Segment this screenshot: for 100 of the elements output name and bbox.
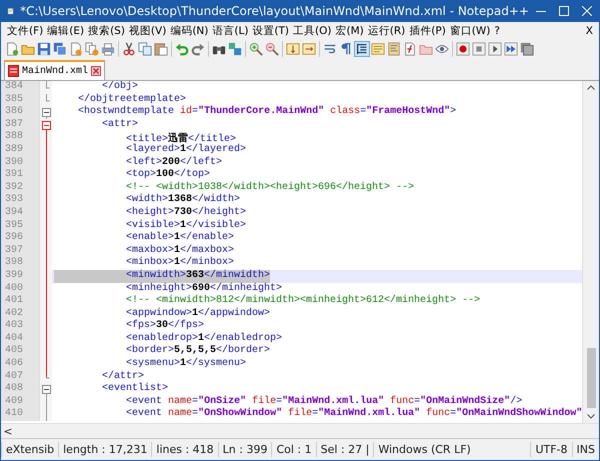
line-number: 391: [1, 169, 39, 182]
line-number: 399: [1, 270, 39, 282]
fold-minus-icon[interactable]: [42, 118, 50, 132]
line-number: 387: [1, 118, 39, 132]
line-number: 386: [1, 106, 39, 119]
status-text: eXtensib: [1, 442, 58, 457]
scroll-up-icon[interactable]: [587, 85, 595, 90]
menu-item[interactable]: 运行(R): [366, 24, 408, 38]
scroll-left-button[interactable]: <: [1, 424, 15, 438]
code-line: <layered>1</layered>: [125, 144, 246, 156]
maximize-icon[interactable]: [558, 6, 569, 16]
fold-minus-icon[interactable]: [42, 106, 50, 120]
horizontal-sync-icon[interactable]: [301, 41, 317, 57]
function-list-icon[interactable]: [402, 41, 418, 57]
code-line: <fps>30</fps>: [125, 320, 204, 332]
record-icon[interactable]: [455, 41, 471, 57]
menu-item[interactable]: 宏(M): [334, 24, 366, 38]
line-number: 392: [1, 182, 39, 194]
menu-item[interactable]: 工具(O): [291, 24, 334, 38]
status-text: Windows (CR LF): [373, 442, 530, 457]
copy-icon[interactable]: [137, 41, 153, 57]
line-number: 407: [1, 370, 39, 384]
code-line: <height>730</height>: [125, 206, 246, 220]
menu-item[interactable]: 设置(T): [250, 24, 292, 38]
code-line: <!-- <width>1038</width><height>696</height> -->: [125, 182, 414, 194]
status-text: Sel : 27 |: [316, 442, 374, 457]
line-number: 389: [1, 144, 39, 157]
printer-icon[interactable]: [100, 41, 116, 57]
menu-item[interactable]: 编辑(E): [45, 24, 86, 38]
line-number: 409: [1, 396, 39, 408]
line-number: 398: [1, 257, 39, 270]
status-text: lines : 418: [151, 442, 218, 457]
document-map-icon[interactable]: [386, 41, 402, 57]
code-line: <enabledrop>1</enabledrop>: [125, 332, 282, 344]
code-line: <eventlist>: [101, 383, 168, 396]
code-line: </objtreetemplate>: [77, 94, 186, 106]
line-number: 408: [1, 383, 39, 396]
code-line: </obj>: [101, 81, 138, 94]
code-line: <hostwndtemplate id="ThunderCore.MainWnd" class="FrameHostWnd">: [77, 106, 456, 119]
menu-item[interactable]: 文件(F): [5, 24, 46, 38]
code-line: <maxbox>1</maxbox>: [125, 244, 234, 256]
menu-item[interactable]: 插件(P): [407, 24, 448, 38]
line-number: 394: [1, 206, 39, 220]
vertical-sync-icon[interactable]: [285, 41, 301, 57]
undo-arrow-icon[interactable]: [174, 41, 190, 57]
line-number: 397: [1, 244, 39, 258]
line-number: 400: [1, 282, 39, 296]
new-file-icon[interactable]: [4, 41, 20, 57]
code-line: <visible>1</visible>: [125, 220, 246, 232]
window-title: *C:\Users\Lenovo\Desktop\ThunderCore\layout\MainWnd\MainWnd.xml - Notepad++: [19, 4, 529, 18]
stop-icon[interactable]: [471, 41, 487, 57]
zoom-out-icon[interactable]: [264, 41, 280, 57]
line-number: 403: [1, 320, 39, 333]
redo-arrow-icon[interactable]: [190, 41, 206, 57]
status-text: Ln : 399: [218, 442, 272, 457]
close-files-icon[interactable]: [84, 41, 100, 57]
menu-item[interactable]: 视图(V): [126, 24, 168, 38]
code-line: </attr>: [101, 370, 144, 382]
close-icon[interactable]: [91, 66, 102, 76]
status-text: UTF-8: [530, 442, 572, 457]
menu-item[interactable]: 语言(L): [210, 24, 250, 38]
code-line: <top>100</top>: [125, 169, 210, 182]
close-document-button[interactable]: X: [584, 24, 595, 36]
menu-item[interactable]: 搜索(S): [86, 24, 127, 38]
code-line: <sysmenu>1</sysmenu>: [125, 358, 246, 370]
file-tab[interactable]: MainWnd.xml: [4, 60, 106, 80]
line-number: 402: [1, 308, 39, 320]
status-text: Col : 1: [271, 442, 316, 457]
menu-item[interactable]: 窗口(W): [448, 24, 492, 38]
scroll-down-icon[interactable]: [587, 414, 595, 419]
code-line: <appwindow>1</appwindow>: [125, 308, 270, 320]
menu-item[interactable]: ?: [492, 24, 502, 36]
zoom-in-icon[interactable]: [248, 41, 264, 57]
line-number: 384: [1, 81, 39, 94]
menu-item[interactable]: 编码(N): [168, 24, 210, 38]
fold-minus-icon[interactable]: [42, 383, 50, 396]
save-macro-icon[interactable]: [519, 41, 535, 57]
line-number: 404: [1, 332, 39, 346]
scrollbar-thumb[interactable]: [586, 348, 596, 408]
code-line: <enable>1</enable>: [125, 232, 234, 244]
line-number: 396: [1, 232, 39, 245]
code-line: <event name="OnSize" file="MainWnd.xml.lua" func="OnMainWndSize"/>: [125, 396, 522, 408]
floppy-disks-icon[interactable]: [52, 41, 68, 57]
code-line: <border>5,5,5,5</border>: [125, 345, 270, 358]
indent-guide-icon[interactable]: [354, 41, 370, 57]
play-icon[interactable]: [487, 41, 503, 57]
line-number: 395: [1, 220, 39, 232]
code-line: <left>200</left>: [125, 156, 222, 168]
line-number: 390: [1, 156, 39, 170]
close-file-icon[interactable]: [68, 41, 84, 57]
fast-forward-icon[interactable]: [503, 41, 519, 57]
paste-icon[interactable]: [153, 41, 169, 57]
scissors-icon[interactable]: [121, 41, 137, 57]
line-number: 410: [1, 408, 39, 422]
code-line: <minheight>690</minheight>: [125, 282, 282, 294]
line-number: 388: [1, 131, 39, 144]
code-line: <minbox>1</minbox>: [125, 257, 234, 270]
line-number: 385: [1, 94, 39, 106]
status-text: length : 17,231: [58, 442, 152, 457]
line-number: 405: [1, 345, 39, 358]
